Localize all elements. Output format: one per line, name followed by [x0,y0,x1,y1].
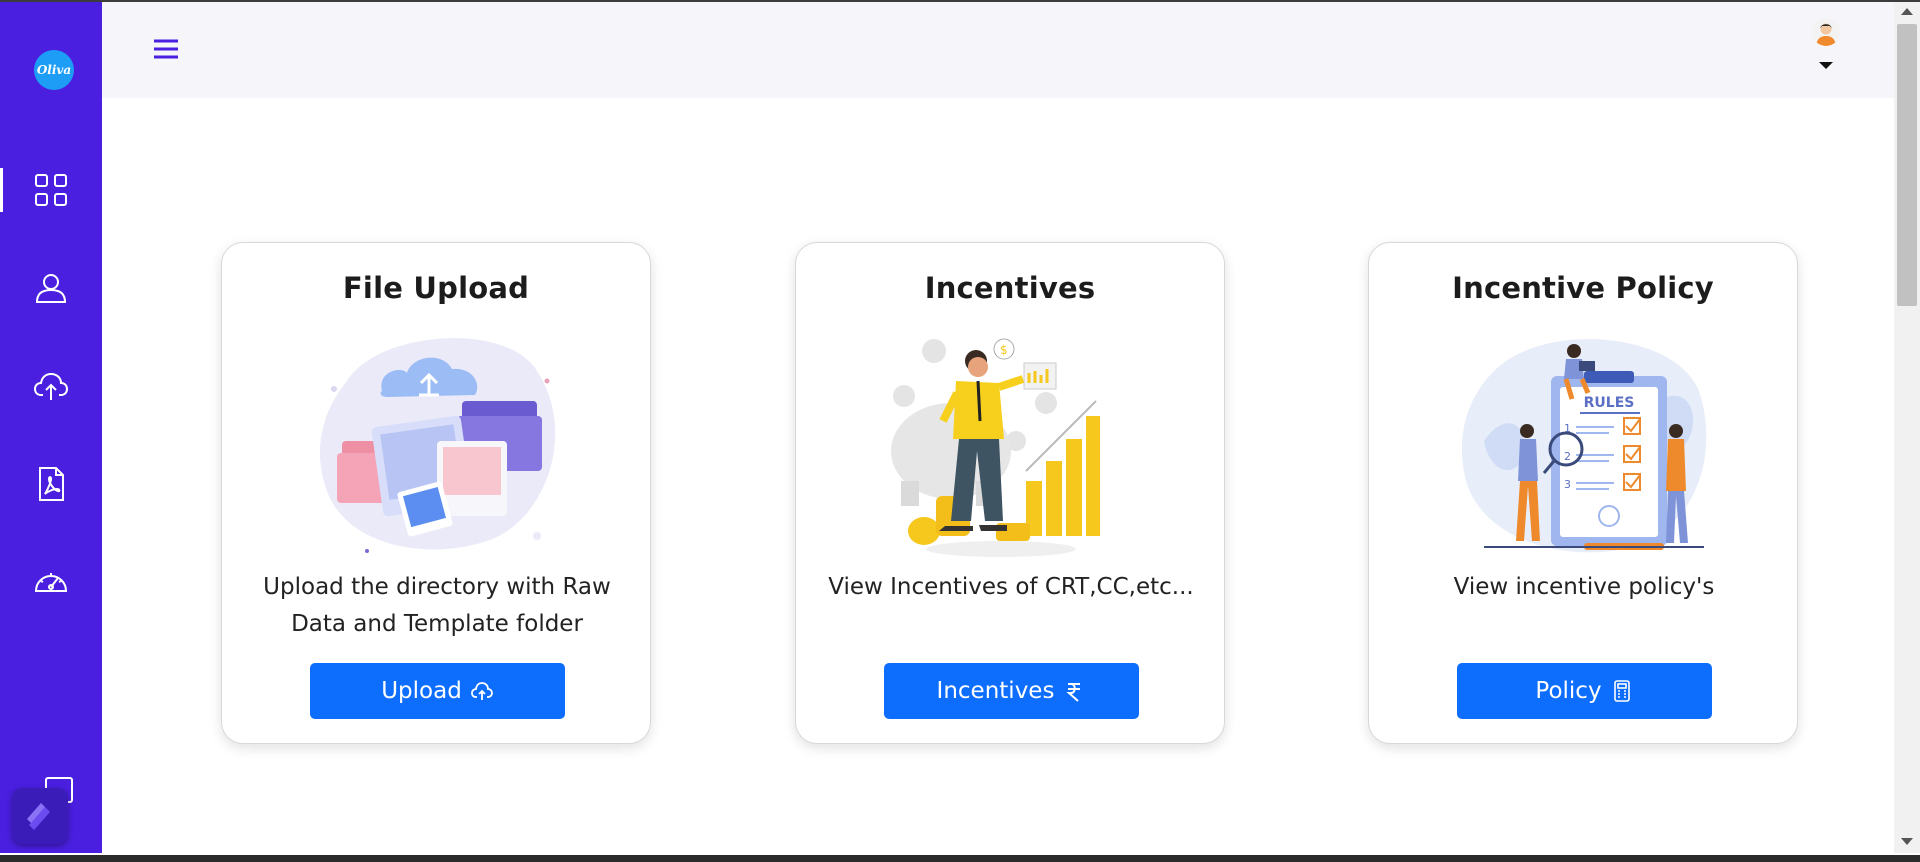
sidebar-item-users[interactable] [0,260,102,316]
upload-button-label: Upload [381,678,462,704]
avatar [1812,18,1840,46]
sidebar-item-dashboard[interactable] [0,162,102,218]
chevron-down-icon [1819,62,1833,69]
sidebar-item-upload[interactable] [0,358,102,414]
floating-tool-button[interactable] [12,788,68,844]
grid-icon [35,174,67,206]
speedometer-icon [34,573,68,592]
incentive-policy-card: Incentive Policy RULES 1 2 3 View incent… [1368,242,1798,744]
card-description: View Incentives of CRT,CC,etc... [828,574,1194,600]
scroll-up-arrow-icon[interactable] [1901,8,1913,15]
card-title: File Upload [342,271,530,305]
scroll-down-arrow-icon[interactable] [1901,838,1913,845]
policy-button-label: Policy [1535,678,1602,704]
pdf-file-icon [39,467,64,501]
policy-button[interactable]: Policy [1457,663,1712,719]
cloud-upload-icon [33,372,69,400]
vertical-scrollbar[interactable] [1894,2,1920,853]
card-description: View incentive policy's [1453,574,1715,600]
card-title: Incentive Policy [1452,271,1714,305]
rules-illustration: RULES 1 2 3 [1461,338,1707,553]
sidebar: Oliva [0,2,102,853]
scroll-thumb[interactable] [1897,24,1917,306]
sidebar-item-documents[interactable] [0,456,102,512]
incentives-button[interactable]: Incentives [884,663,1139,719]
card-description: Upload the directory with Raw Data and T… [263,574,611,637]
window-bottom-border [0,855,1920,862]
profile-menu[interactable] [1806,16,1846,76]
svg-text:3: 3 [1564,478,1571,491]
incentives-card: Incentives $ View Incentives of CRT,CC,e… [795,242,1225,744]
file-upload-card: File Upload Upload the directory with Ra… [221,242,651,744]
svg-text:2: 2 [1564,450,1571,463]
calculator-icon [1613,680,1630,702]
card-title: Incentives [924,271,1096,305]
illustration-rules-text: RULES [1584,395,1635,411]
rupee-icon [1066,683,1081,702]
top-header [102,2,1894,98]
user-icon [35,274,67,303]
sidebar-item-performance[interactable] [0,554,102,610]
svg-text:$: $ [1000,343,1008,357]
pen-icon [27,803,50,830]
upload-button[interactable]: Upload [310,663,565,719]
incentives-illustration: $ [891,338,1100,557]
incentives-button-label: Incentives [936,678,1055,704]
app-logo[interactable]: Oliva [34,50,74,90]
hamburger-icon[interactable] [152,36,180,62]
cloud-upload-icon [470,682,493,700]
logo-text: Oliva [36,63,72,77]
file-upload-illustration [319,338,556,553]
